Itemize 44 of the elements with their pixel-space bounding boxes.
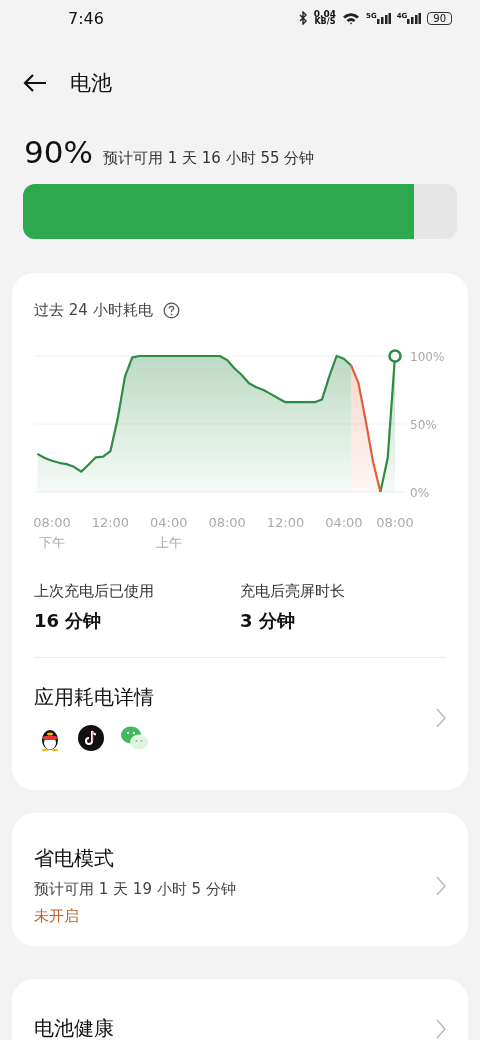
network-speed-unit: KB/S <box>314 18 336 26</box>
stat-value: 16 分钟 <box>34 609 103 633</box>
chevron-right-icon <box>436 707 446 728</box>
y-axis-label: 50% <box>410 418 437 432</box>
back-arrow-icon[interactable] <box>22 73 48 93</box>
x-axis-label: 04:00 <box>325 515 363 530</box>
signal-icon <box>376 12 391 24</box>
status-time: 7:46 <box>68 8 104 28</box>
x-axis-period: 下午 <box>39 535 65 550</box>
row-subtitle: 预计可用 1 天 19 小时 5 分钟 <box>34 880 236 899</box>
stat-label: 上次充电后已使用 <box>34 582 155 601</box>
battery-percent: 90% <box>24 134 93 170</box>
stat-label: 充电后亮屏时长 <box>240 582 346 601</box>
chevron-right-icon <box>436 875 446 896</box>
chevron-right-icon <box>436 1018 446 1039</box>
x-axis-label: 08:00 <box>208 515 246 530</box>
chart-end-point <box>388 349 402 363</box>
row-title: 应用耗电详情 <box>34 684 154 711</box>
row-title: 省电模式 <box>34 845 115 872</box>
y-axis-label: 100% <box>410 350 445 364</box>
app-usage-row[interactable]: 应用耗电详情 <box>34 658 446 751</box>
x-axis-label: 12:00 <box>91 515 130 530</box>
battery-indicator: 90 <box>427 11 452 25</box>
help-icon[interactable] <box>162 302 180 319</box>
music-note-icon <box>78 725 104 751</box>
x-axis-label: 04:00 <box>150 515 188 530</box>
chat-bubbles-icon <box>120 725 150 751</box>
x-axis-label: 08:00 <box>376 515 414 530</box>
y-axis-label: 0% <box>410 486 430 500</box>
row-title: 电池健康 <box>34 1015 114 1040</box>
x-axis-period: 上午 <box>155 535 182 550</box>
x-axis-label: 12:00 <box>266 515 305 530</box>
chart-title: 过去 24 小时耗电 <box>34 301 153 320</box>
bluetooth-icon <box>298 11 308 25</box>
network-speed: 0.04 <box>313 10 336 18</box>
stat-value: 3 分钟 <box>240 609 296 633</box>
wifi-icon <box>342 11 360 25</box>
battery-estimate: 预计可用 1 天 16 小时 55 分钟 <box>102 149 315 168</box>
signal-icon <box>407 12 422 24</box>
power-saving-card[interactable]: 省电模式 预计可用 1 天 19 小时 5 分钟 未开启 <box>12 813 468 946</box>
status-text: 未开启 <box>34 907 80 926</box>
x-axis-label: 08:00 <box>34 515 71 530</box>
page-title: 电池 <box>70 70 112 97</box>
battery-health-card[interactable]: 电池健康 <box>12 979 468 1040</box>
